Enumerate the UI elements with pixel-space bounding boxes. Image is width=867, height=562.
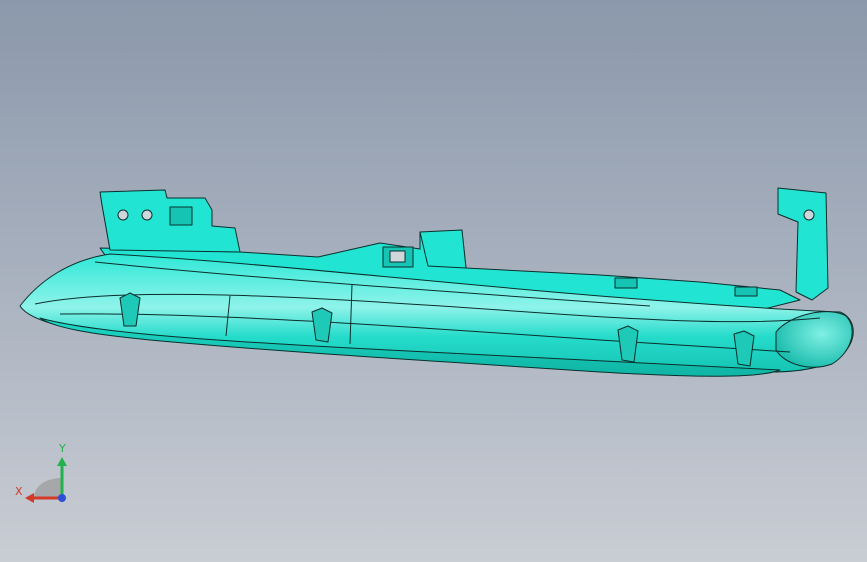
left-bracket-hole — [141, 209, 153, 221]
x-axis-arrow-icon — [25, 493, 34, 503]
flange-slot — [614, 277, 638, 289]
left-bracket-hole — [117, 209, 129, 221]
center-slot-window — [389, 250, 406, 263]
coordinate-axes-triad-icon — [25, 457, 67, 503]
y-axis-arrow-icon — [57, 457, 67, 466]
triad-plane-icon — [34, 478, 62, 498]
right-bracket-hole — [803, 209, 815, 221]
clip-rib — [119, 292, 141, 327]
center-clip-tab — [419, 229, 467, 269]
left-bracket-slot — [169, 206, 193, 226]
y-axis-label: Y — [59, 442, 66, 455]
z-axis-icon — [58, 494, 66, 502]
3d-viewport[interactable]: Y X — [0, 0, 867, 562]
grille-trim-part-3d-model[interactable] — [0, 0, 867, 562]
x-axis-label: X — [15, 485, 23, 498]
right-mount-bracket — [777, 187, 829, 301]
flange-slot — [734, 286, 758, 297]
